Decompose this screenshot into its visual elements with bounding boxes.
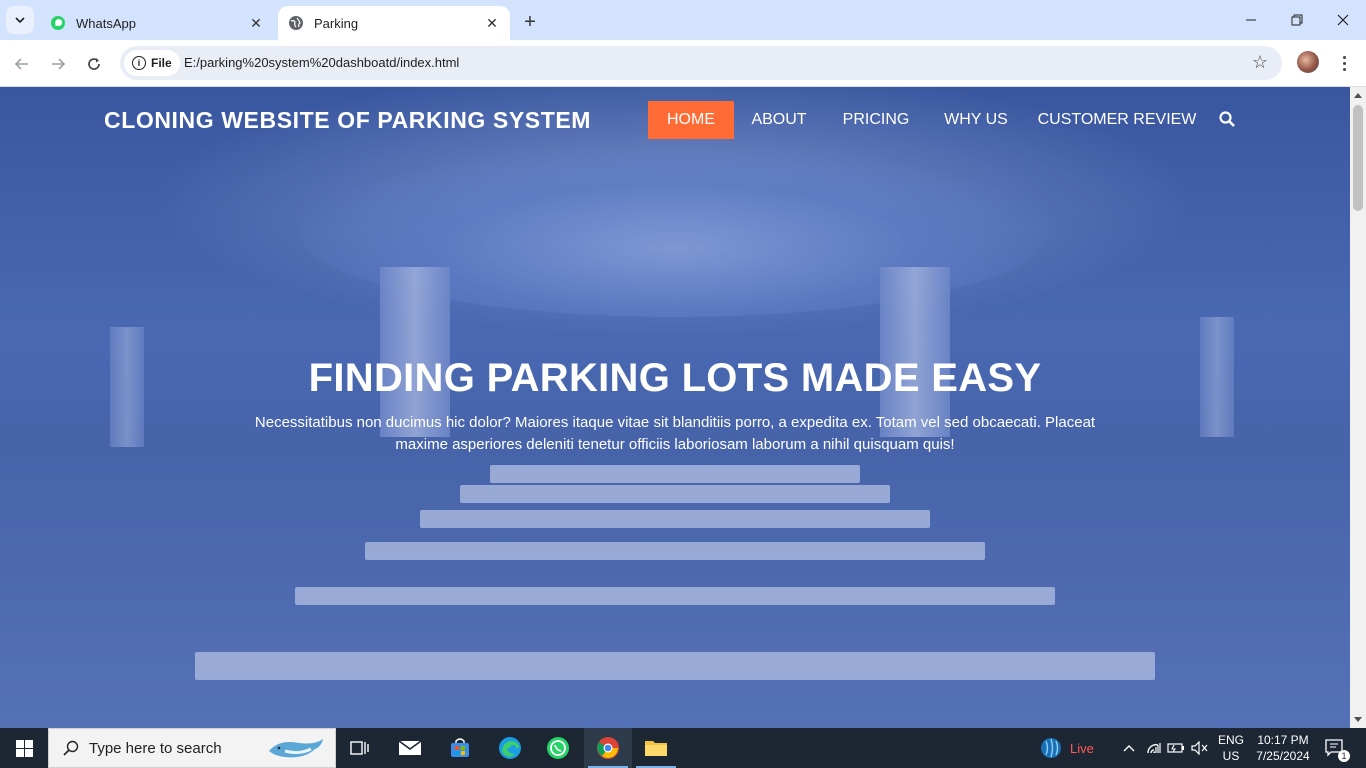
scroll-thumb[interactable] xyxy=(1353,105,1363,211)
back-button[interactable] xyxy=(8,50,36,78)
site-info-chip[interactable]: i File xyxy=(124,50,180,76)
url-text[interactable]: E:/parking%20system%20dashboatd/index.ht… xyxy=(184,55,459,70)
mail-app-button[interactable] xyxy=(386,728,434,768)
live-label: Live xyxy=(1070,740,1094,756)
task-view-button[interactable] xyxy=(336,728,384,768)
close-tab-icon[interactable]: ✕ xyxy=(246,13,266,33)
windows-logo-icon xyxy=(15,739,33,757)
file-explorer-button[interactable] xyxy=(632,728,680,768)
scheme-label: File xyxy=(151,56,172,70)
minimize-icon xyxy=(1246,19,1256,21)
close-icon xyxy=(1337,14,1349,26)
mail-icon xyxy=(398,740,422,755)
chrome-icon xyxy=(597,737,619,759)
restore-button[interactable] xyxy=(1274,0,1320,40)
windows-taskbar: Type here to search Live ENG US 10:17 PM… xyxy=(0,728,1366,768)
store-app-button[interactable] xyxy=(436,728,484,768)
tab-search-button[interactable] xyxy=(6,6,34,34)
whale-highlight-icon xyxy=(269,739,323,758)
taskbar-search-box[interactable]: Type here to search xyxy=(48,728,336,768)
region-code: US xyxy=(1222,749,1240,763)
tab-title: Parking xyxy=(314,15,359,31)
network-button[interactable] xyxy=(1144,728,1164,768)
arrow-right-icon xyxy=(52,58,66,70)
search-placeholder: Type here to search xyxy=(89,739,222,757)
chevron-up-icon xyxy=(1123,745,1135,752)
browser-toolbar: i File E:/parking%20system%20dashboatd/i… xyxy=(0,40,1366,87)
restore-icon xyxy=(1291,14,1303,26)
chrome-app-button[interactable] xyxy=(584,728,632,768)
store-icon xyxy=(451,738,469,757)
nav-home[interactable]: HOME xyxy=(648,101,734,139)
folder-icon xyxy=(645,741,667,756)
nav-pricing[interactable]: PRICING xyxy=(836,101,916,139)
scroll-up-arrow-icon[interactable] xyxy=(1354,93,1362,98)
forward-button[interactable] xyxy=(44,50,72,78)
search-icon[interactable] xyxy=(1219,111,1235,127)
whatsapp-icon xyxy=(547,737,569,759)
hero-description: Necessitatibus non ducimus hic dolor? Ma… xyxy=(240,412,1110,456)
info-icon: i xyxy=(132,56,146,70)
whatsapp-icon xyxy=(51,16,65,30)
profile-avatar[interactable] xyxy=(1297,51,1319,73)
battery-icon xyxy=(1167,743,1184,753)
new-tab-button[interactable]: + xyxy=(518,10,542,34)
hero-title: FINDING PARKING LOTS MADE EASY xyxy=(308,356,1042,400)
show-hidden-icons-button[interactable] xyxy=(1120,728,1138,768)
weather-live-widget[interactable]: Live xyxy=(1040,728,1094,768)
hero-description-line: Necessitatibus non ducimus hic dolor? Ma… xyxy=(254,414,1096,431)
tab-title: WhatsApp xyxy=(76,15,136,31)
browser-tab-strip: WhatsApp ✕ Parking ✕ + xyxy=(0,0,1366,40)
address-bar[interactable]: i File E:/parking%20system%20dashboatd/i… xyxy=(120,46,1282,80)
browser-menu-icon[interactable] xyxy=(1334,50,1354,76)
reload-icon xyxy=(88,58,100,70)
clock-time: 10:17 PM xyxy=(1257,733,1309,747)
close-window-button[interactable] xyxy=(1320,0,1366,40)
edge-icon xyxy=(499,737,521,759)
nav-why-us[interactable]: WHY US xyxy=(938,101,1014,139)
nav-customer-review[interactable]: CUSTOMER REVIEW xyxy=(1036,101,1198,139)
start-button[interactable] xyxy=(0,728,48,768)
page-scrollbar[interactable] xyxy=(1350,87,1366,728)
notification-center-button[interactable]: 1 xyxy=(1318,728,1354,768)
hero-overlay xyxy=(0,87,1350,728)
nav-about[interactable]: ABOUT xyxy=(744,101,814,139)
wifi-icon xyxy=(1147,743,1161,754)
whatsapp-app-button[interactable] xyxy=(534,728,582,768)
task-view-icon xyxy=(350,741,369,755)
tab-whatsapp[interactable]: WhatsApp ✕ xyxy=(40,6,274,40)
notification-badge: 1 xyxy=(1338,750,1350,762)
language-indicator[interactable]: ENG US xyxy=(1214,732,1248,764)
system-clock[interactable]: 10:17 PM 7/25/2024 xyxy=(1252,732,1314,764)
volume-button[interactable] xyxy=(1190,728,1210,768)
language-code: ENG xyxy=(1217,733,1244,747)
cricket-ball-icon xyxy=(1041,738,1061,758)
reload-button[interactable] xyxy=(80,50,108,78)
hero-description-line: maxime asperiores deleniti tenetur offic… xyxy=(395,436,955,453)
scroll-down-arrow-icon[interactable] xyxy=(1354,717,1362,722)
globe-icon xyxy=(289,16,303,30)
edge-app-button[interactable] xyxy=(486,728,534,768)
close-tab-icon[interactable]: ✕ xyxy=(482,13,502,33)
tab-parking[interactable]: Parking ✕ xyxy=(278,6,510,40)
speaker-muted-icon xyxy=(1191,741,1208,755)
battery-button[interactable] xyxy=(1166,728,1186,768)
search-icon xyxy=(63,740,79,756)
bookmark-star-icon[interactable]: ☆ xyxy=(1252,52,1268,73)
minimize-button[interactable] xyxy=(1228,0,1274,40)
site-brand[interactable]: CLONING WEBSITE OF PARKING SYSTEM xyxy=(104,107,591,134)
chevron-down-icon xyxy=(15,17,25,24)
page-viewport: CLONING WEBSITE OF PARKING SYSTEM HOME A… xyxy=(0,87,1350,728)
arrow-left-icon xyxy=(14,58,28,70)
clock-date: 7/25/2024 xyxy=(1256,749,1310,763)
